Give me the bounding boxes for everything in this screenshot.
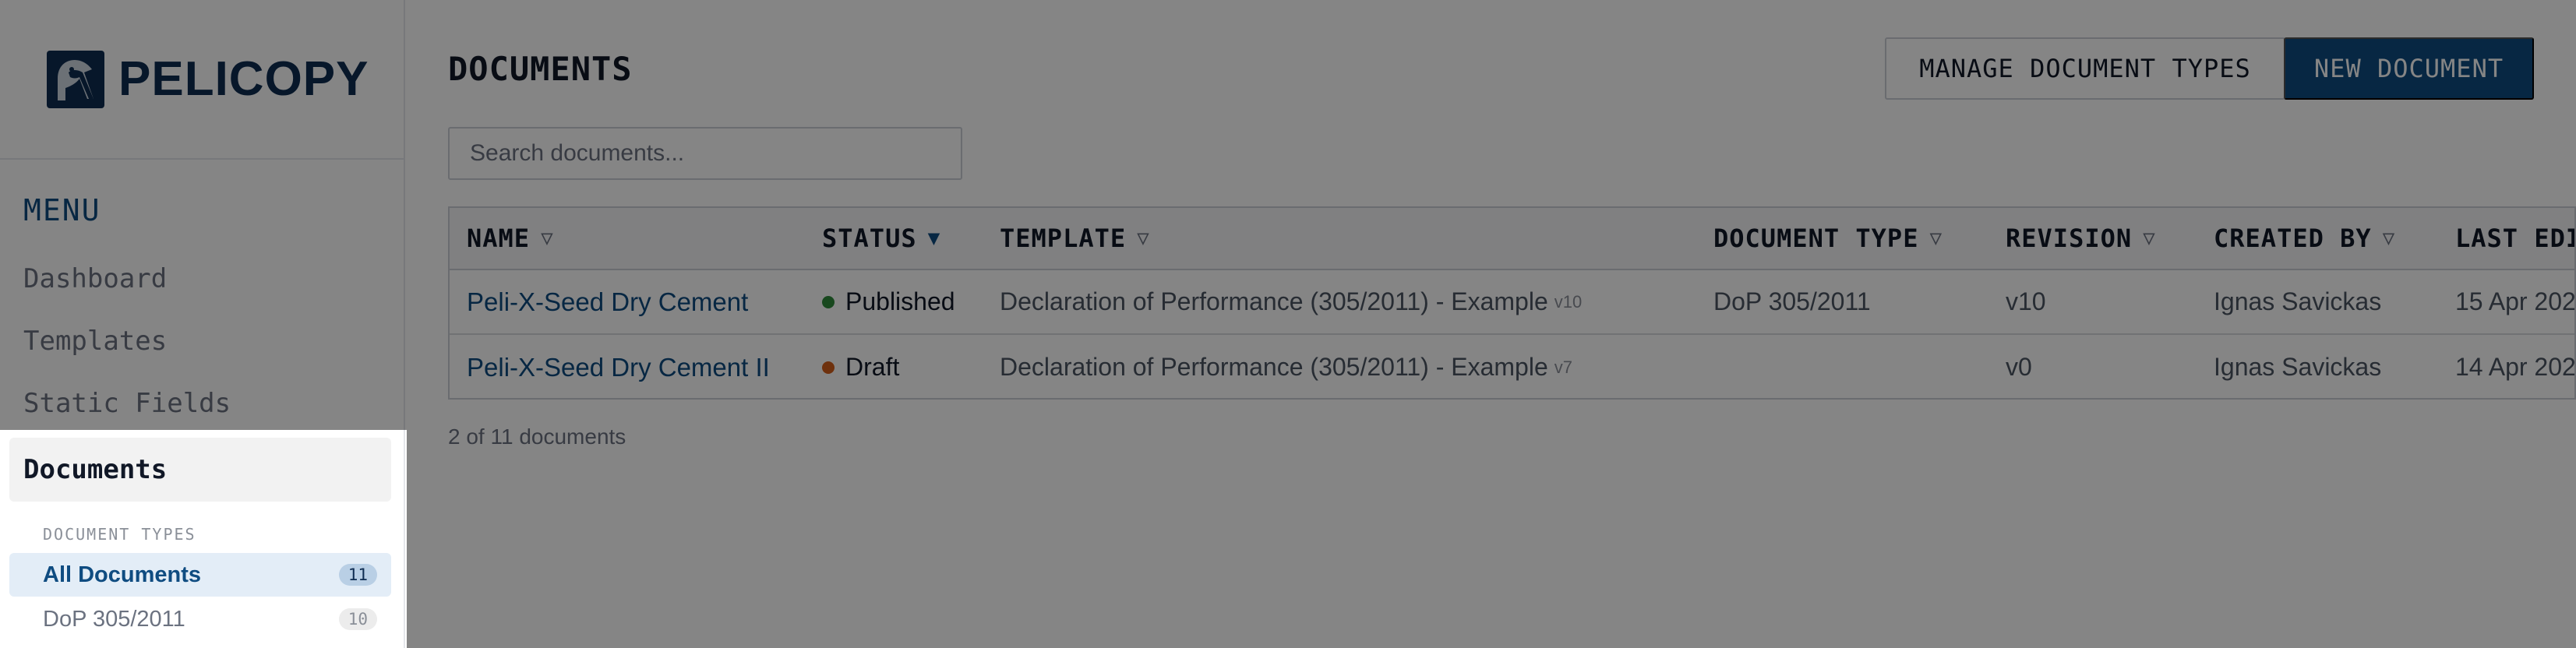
dim-overlay xyxy=(0,0,407,430)
dim-overlay xyxy=(407,0,2576,648)
sidebar-item-documents[interactable]: Documents xyxy=(9,438,391,502)
count-badge: 11 xyxy=(338,564,377,586)
doc-type-dop-305-2011[interactable]: DoP 305/2011 10 xyxy=(9,597,391,641)
doc-type-all-documents[interactable]: All Documents 11 xyxy=(9,553,391,597)
doc-type-label: All Documents xyxy=(43,562,202,587)
count-badge: 10 xyxy=(338,608,377,630)
document-types-label: DOCUMENT TYPES xyxy=(43,525,196,544)
doc-type-label: DoP 305/2011 xyxy=(43,606,185,632)
